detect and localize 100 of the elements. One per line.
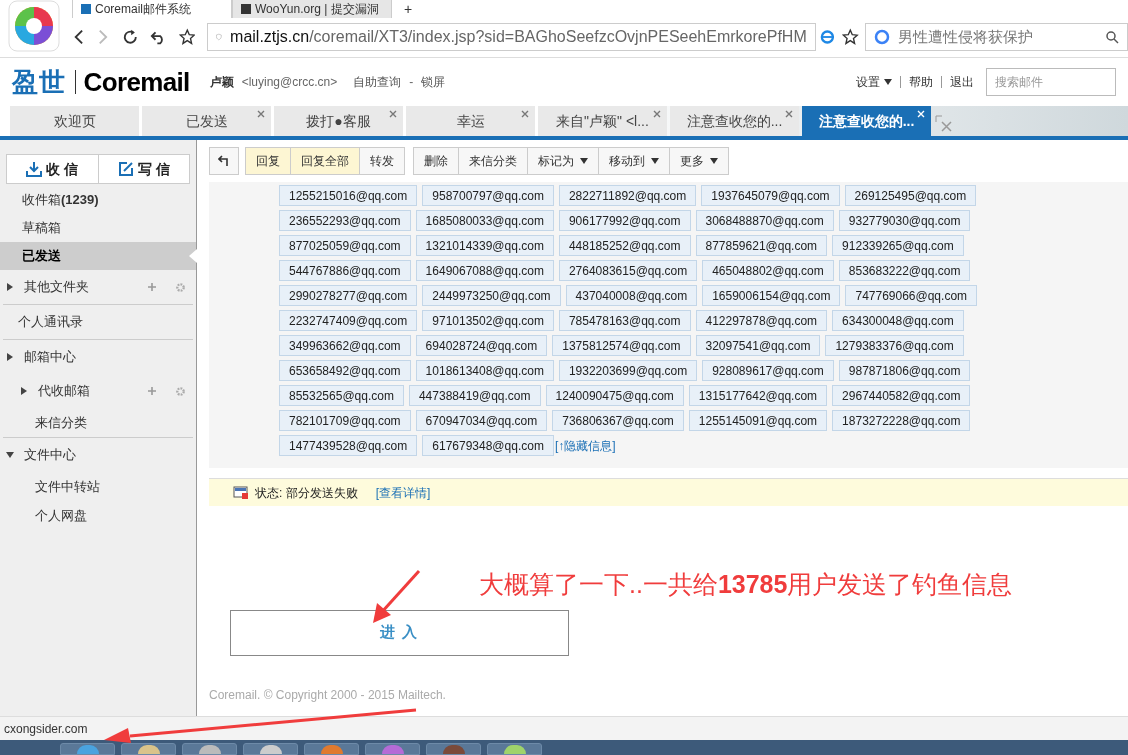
- link-separator: -: [409, 74, 414, 91]
- toolbar-button[interactable]: 回复全部: [290, 148, 359, 174]
- new-tab-button[interactable]: +: [392, 0, 425, 18]
- recipient-chip: 465048802@qq.com: [702, 260, 834, 281]
- recipient-chip: 782101709@qq.com: [279, 410, 411, 431]
- recipient-chip: 785478163@qq.com: [558, 310, 691, 331]
- close-icon[interactable]: [521, 110, 529, 118]
- gear-icon[interactable]: [175, 281, 186, 293]
- logo-text: 盈世: [12, 65, 67, 99]
- recipient-chip: 2822711892@qq.com: [558, 185, 697, 206]
- taskbar-button[interactable]: [121, 743, 176, 755]
- search-icon[interactable]: [1105, 30, 1119, 44]
- recipient-chip: 971013502@qq.com: [422, 310, 554, 331]
- recipient-chip: 32097541@qq.com: [695, 335, 821, 356]
- status-text: 状态: 部分发送失败: [255, 484, 358, 502]
- collapsed-triangle-icon[interactable]: [20, 387, 28, 395]
- recipient-chip: 2764083615@qq.com: [558, 260, 698, 281]
- folder-item[interactable]: 已发送: [0, 242, 196, 270]
- folder-item[interactable]: 草稿箱: [0, 214, 196, 242]
- collapsed-triangle-icon[interactable]: [6, 353, 14, 361]
- mail-tab[interactable]: 拨打●客服: [274, 106, 403, 136]
- header-menu-link[interactable]: 帮助: [909, 73, 933, 91]
- header-link[interactable]: 自助查询: [353, 73, 402, 91]
- toolbar-button[interactable]: 移动到: [598, 148, 669, 174]
- tree-item[interactable]: 邮箱中心: [0, 340, 196, 374]
- enter-button[interactable]: 进 入: [230, 609, 569, 656]
- taskbar-button[interactable]: [487, 743, 542, 755]
- recipient-chip: 617679348@qq.com: [422, 435, 554, 456]
- tree-item[interactable]: 文件中心: [0, 438, 196, 472]
- contacts-item[interactable]: 个人通讯录: [0, 305, 196, 339]
- add-icon[interactable]: [147, 386, 157, 396]
- taskbar-button[interactable]: [243, 743, 298, 755]
- close-icon[interactable]: [653, 110, 661, 118]
- recipient-chip: 1255145091@qq.com: [688, 410, 828, 431]
- recipient-chip: 85532565@qq.com: [279, 385, 404, 406]
- browser-tab[interactable]: WooYun.org | 提交漏洞: [232, 0, 392, 18]
- forward-icon[interactable]: [96, 28, 110, 46]
- bookmark-star-icon[interactable]: [842, 28, 859, 46]
- mail-tab[interactable]: 幸运: [406, 106, 535, 136]
- address-bar[interactable]: mail.ztjs.cn/coremail/XT3/index.jsp?sid=BAGhoSeefzcOvjnPESeehEmrkorePfHM: [207, 23, 816, 51]
- recipient-chip: 1937645079@qq.com: [701, 185, 840, 206]
- close-icon[interactable]: [785, 110, 793, 118]
- toolbar-button[interactable]: 回复: [246, 148, 290, 174]
- view-details-link[interactable]: [查看详情]: [375, 483, 431, 502]
- recipient-chip: 1932203699@qq.com: [558, 360, 698, 381]
- hide-info-link[interactable]: [↑隐藏信息]: [554, 436, 616, 455]
- web-search-box[interactable]: 男性遭性侵将获保护: [865, 23, 1128, 51]
- toolbar-button[interactable]: 来信分类: [458, 148, 527, 174]
- header-menu-link[interactable]: 设置: [856, 73, 892, 91]
- web-search-field[interactable]: 男性遭性侵将获保护: [898, 25, 1097, 49]
- reload-icon[interactable]: [121, 28, 139, 46]
- toolbar-button[interactable]: 转发: [359, 148, 404, 174]
- recipient-chip: 2990278277@qq.com: [279, 285, 418, 306]
- recipient-chip: 447388419@qq.com: [408, 385, 541, 406]
- close-icon[interactable]: [257, 110, 265, 118]
- header-menu-link[interactable]: 退出: [950, 73, 974, 91]
- mail-tab[interactable]: 注意查收您的...: [802, 106, 931, 136]
- recipient-chip: 1321014339@qq.com: [415, 235, 554, 256]
- action-button[interactable]: 写 信: [97, 155, 189, 183]
- user-name: 卢颖: [209, 74, 234, 91]
- gear-icon[interactable]: [175, 385, 186, 397]
- recipient-chip: 544767886@qq.com: [279, 260, 411, 281]
- close-all-icon[interactable]: [934, 114, 954, 134]
- toolbar-button[interactable]: 删除: [414, 148, 458, 174]
- toolbar-button[interactable]: 标记为: [527, 148, 598, 174]
- recipient-chip: 437040008@qq.com: [565, 285, 698, 306]
- recipient-chip: 1375812574@qq.com: [552, 335, 691, 356]
- folder-item[interactable]: 收件箱(1239): [0, 186, 196, 214]
- mail-tab[interactable]: 欢迎页: [10, 106, 139, 136]
- toolbar-button[interactable]: 更多: [669, 148, 728, 174]
- mail-tab[interactable]: 已发送: [142, 106, 271, 136]
- recipient-chip: 1240090475@qq.com: [545, 385, 684, 406]
- mail-search-field[interactable]: 搜索邮件: [986, 68, 1116, 96]
- add-icon[interactable]: [147, 282, 157, 292]
- tree-item[interactable]: 代收邮箱: [0, 374, 196, 408]
- tree-item[interactable]: 来信分类: [0, 408, 196, 437]
- mail-tab[interactable]: 注意查收您的...: [670, 106, 799, 136]
- logo-text: Coremail: [83, 65, 190, 99]
- copyright-text: Coremail. © Copyright 2000 - 2015 Mailtech.: [209, 686, 447, 704]
- recipient-chip: 412297878@qq.com: [695, 310, 828, 331]
- recipient-chip: 1649067088@qq.com: [415, 260, 554, 281]
- mail-tab[interactable]: 来自"卢颖" <l...: [538, 106, 667, 136]
- return-arrow-icon: [218, 155, 230, 167]
- taskbar-button[interactable]: [182, 743, 237, 755]
- recipient-chip: 736806367@qq.com: [552, 410, 684, 431]
- taskbar-button[interactable]: [426, 743, 481, 755]
- back-icon[interactable]: [72, 28, 85, 46]
- star-icon[interactable]: [178, 28, 196, 46]
- close-icon[interactable]: [389, 110, 397, 118]
- tree-item[interactable]: 文件中转站: [0, 472, 196, 501]
- tree-item[interactable]: 其他文件夹: [0, 270, 196, 304]
- expanded-triangle-icon[interactable]: [6, 451, 14, 459]
- browser-tab[interactable]: Coremail邮件系统: [72, 0, 232, 18]
- header-link[interactable]: 锁屏: [421, 73, 446, 91]
- collapsed-triangle-icon[interactable]: [6, 283, 14, 291]
- action-button[interactable]: 收 信: [7, 155, 98, 183]
- back-button[interactable]: [209, 147, 239, 175]
- tree-item[interactable]: 个人网盘: [0, 501, 196, 530]
- search-engine-icon: [874, 29, 890, 45]
- recipient-chip: 1279383376@qq.com: [825, 335, 964, 356]
